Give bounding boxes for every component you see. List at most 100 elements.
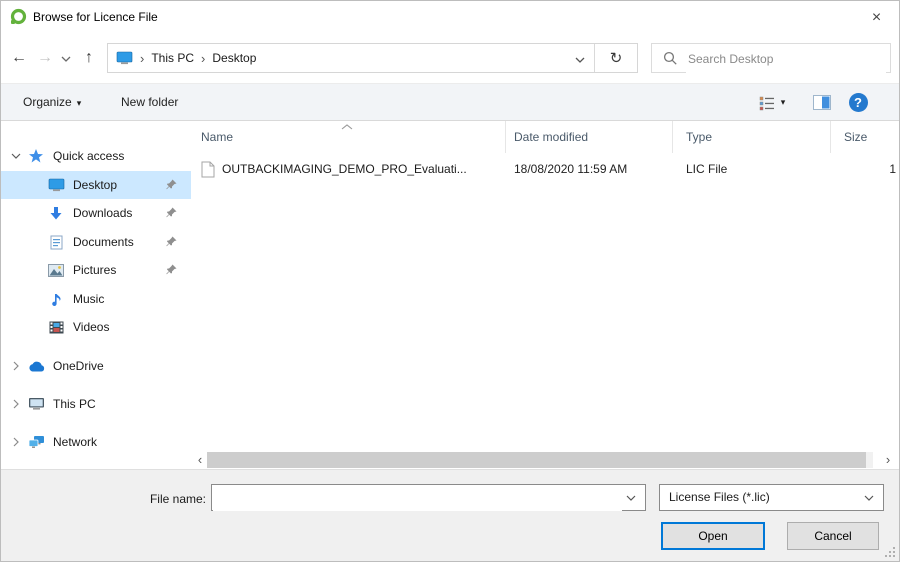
cancel-button[interactable]: Cancel bbox=[787, 522, 879, 550]
chevron-right-icon[interactable] bbox=[9, 361, 23, 371]
search-icon bbox=[663, 51, 678, 66]
sidebar-item-downloads[interactable]: Downloads bbox=[1, 199, 191, 227]
sidebar-item-onedrive[interactable]: OneDrive bbox=[1, 352, 191, 380]
file-name: OUTBACKIMAGING_DEMO_PRO_Evaluati... bbox=[222, 162, 492, 176]
pin-icon bbox=[166, 207, 177, 218]
file-name-input[interactable] bbox=[213, 486, 622, 511]
music-icon bbox=[47, 291, 65, 307]
column-label: Name bbox=[201, 130, 233, 144]
forward-button[interactable]: → bbox=[31, 41, 55, 75]
sidebar-item-music[interactable]: Music bbox=[1, 285, 191, 313]
scrollbar-track[interactable] bbox=[207, 452, 873, 468]
organize-label: Organize bbox=[23, 95, 72, 109]
up-button[interactable]: ↑ bbox=[75, 41, 103, 75]
sidebar-item-this-pc[interactable]: This PC bbox=[1, 390, 191, 418]
file-name-label: File name: bbox=[101, 492, 206, 506]
column-label: Date modified bbox=[514, 130, 588, 144]
column-headers: Name Date modified Type Size bbox=[191, 121, 899, 153]
sidebar-item-desktop[interactable]: Desktop bbox=[1, 171, 191, 199]
dialog-footer: File name: License Files (*.lic) Open Ca… bbox=[1, 469, 899, 561]
search-box bbox=[651, 43, 891, 73]
chevron-down-icon[interactable] bbox=[626, 495, 636, 501]
column-header-name[interactable]: Name bbox=[191, 121, 506, 153]
videos-icon bbox=[47, 319, 65, 335]
quick-access-star-icon bbox=[27, 148, 45, 164]
help-button[interactable]: ? bbox=[843, 84, 873, 120]
column-label: Size bbox=[844, 130, 867, 144]
sidebar-item-documents[interactable]: Documents bbox=[1, 228, 191, 256]
help-icon: ? bbox=[849, 93, 868, 112]
sidebar-item-label: Desktop bbox=[73, 178, 117, 192]
sidebar-item-videos[interactable]: Videos bbox=[1, 313, 191, 341]
sidebar-item-network[interactable]: Network bbox=[1, 428, 191, 456]
change-view-button[interactable]: ▾ bbox=[749, 84, 795, 120]
command-toolbar: Organize ▾ New folder ▾ ? bbox=[1, 83, 899, 121]
preview-pane-button[interactable] bbox=[807, 84, 837, 120]
breadcrumb-desktop[interactable]: Desktop bbox=[212, 51, 256, 65]
file-list: Name Date modified Type Size OUTBACKIMAG… bbox=[191, 121, 899, 469]
back-button[interactable]: ← bbox=[5, 41, 31, 75]
column-header-type[interactable]: Type bbox=[673, 121, 831, 153]
new-folder-button[interactable]: New folder bbox=[121, 84, 178, 120]
sidebar-item-label: Pictures bbox=[73, 263, 116, 277]
chevron-right-icon[interactable] bbox=[9, 399, 23, 409]
sidebar-item-label: Downloads bbox=[73, 206, 132, 220]
scrollbar-thumb[interactable] bbox=[207, 452, 866, 468]
address-dropdown-chevron-icon[interactable] bbox=[566, 44, 594, 72]
file-row[interactable]: OUTBACKIMAGING_DEMO_PRO_Evaluati... 18/0… bbox=[191, 158, 899, 182]
column-header-size[interactable]: Size bbox=[831, 121, 899, 153]
resize-grip[interactable] bbox=[884, 546, 896, 558]
file-type: LIC File bbox=[686, 162, 727, 176]
close-button[interactable]: × bbox=[854, 1, 899, 32]
chevron-down-icon bbox=[864, 495, 874, 501]
organize-caret-icon: ▾ bbox=[77, 98, 82, 108]
navigation-bar: ← → ↑ › This PC › Desktop ↻ bbox=[1, 41, 899, 75]
sidebar-item-label: Quick access bbox=[53, 149, 124, 163]
recent-locations-chevron-icon[interactable] bbox=[55, 41, 71, 75]
documents-icon bbox=[47, 234, 65, 250]
search-input[interactable] bbox=[686, 45, 886, 73]
sidebar-item-pictures[interactable]: Pictures bbox=[1, 256, 191, 284]
view-caret-icon: ▾ bbox=[781, 97, 786, 107]
horizontal-scrollbar: ‹ › bbox=[191, 451, 899, 469]
scroll-right-icon[interactable]: › bbox=[881, 451, 895, 469]
breadcrumb: › This PC › Desktop bbox=[116, 44, 256, 72]
this-pc-icon bbox=[27, 396, 45, 412]
file-size: 1 bbox=[889, 162, 896, 176]
sort-ascending-icon bbox=[341, 124, 353, 130]
file-date-modified: 18/08/2020 11:59 AM bbox=[514, 162, 627, 176]
chevron-down-icon[interactable] bbox=[9, 153, 23, 159]
breadcrumb-this-pc[interactable]: This PC bbox=[151, 51, 194, 65]
navigation-pane: Quick access Desktop Downloads Documents bbox=[1, 121, 191, 469]
sidebar-item-label: This PC bbox=[53, 397, 96, 411]
open-button[interactable]: Open bbox=[661, 522, 765, 550]
pin-icon bbox=[166, 264, 177, 275]
sidebar-item-label: OneDrive bbox=[53, 359, 104, 373]
address-bar[interactable]: › This PC › Desktop ↻ bbox=[107, 43, 638, 73]
column-label: Type bbox=[686, 130, 712, 144]
pin-icon bbox=[166, 179, 177, 190]
sidebar-item-label: Network bbox=[53, 435, 97, 449]
desktop-icon bbox=[47, 177, 65, 193]
sidebar-item-quick-access[interactable]: Quick access bbox=[1, 142, 191, 170]
organize-button[interactable]: Organize ▾ bbox=[23, 84, 81, 120]
column-header-date-modified[interactable]: Date modified bbox=[506, 121, 673, 153]
refresh-button[interactable]: ↻ bbox=[594, 44, 637, 72]
network-icon bbox=[27, 434, 45, 450]
sidebar-item-label: Documents bbox=[73, 235, 134, 249]
app-logo-icon bbox=[9, 8, 27, 26]
chevron-right-icon[interactable] bbox=[9, 437, 23, 447]
desktop-location-icon bbox=[116, 51, 133, 65]
file-type-select[interactable]: License Files (*.lic) bbox=[659, 484, 884, 511]
file-icon bbox=[201, 161, 215, 178]
downloads-icon bbox=[47, 205, 65, 221]
pin-icon bbox=[166, 236, 177, 247]
breadcrumb-separator-icon: › bbox=[201, 51, 205, 66]
pictures-icon bbox=[47, 262, 65, 278]
sidebar-item-label: Videos bbox=[73, 320, 109, 334]
scroll-left-icon[interactable]: ‹ bbox=[193, 451, 207, 469]
window-title: Browse for Licence File bbox=[33, 1, 158, 33]
details-view-icon bbox=[759, 96, 775, 111]
preview-pane-icon bbox=[813, 95, 831, 110]
browse-licence-file-dialog: Browse for Licence File × ← → ↑ › This P… bbox=[0, 0, 900, 562]
